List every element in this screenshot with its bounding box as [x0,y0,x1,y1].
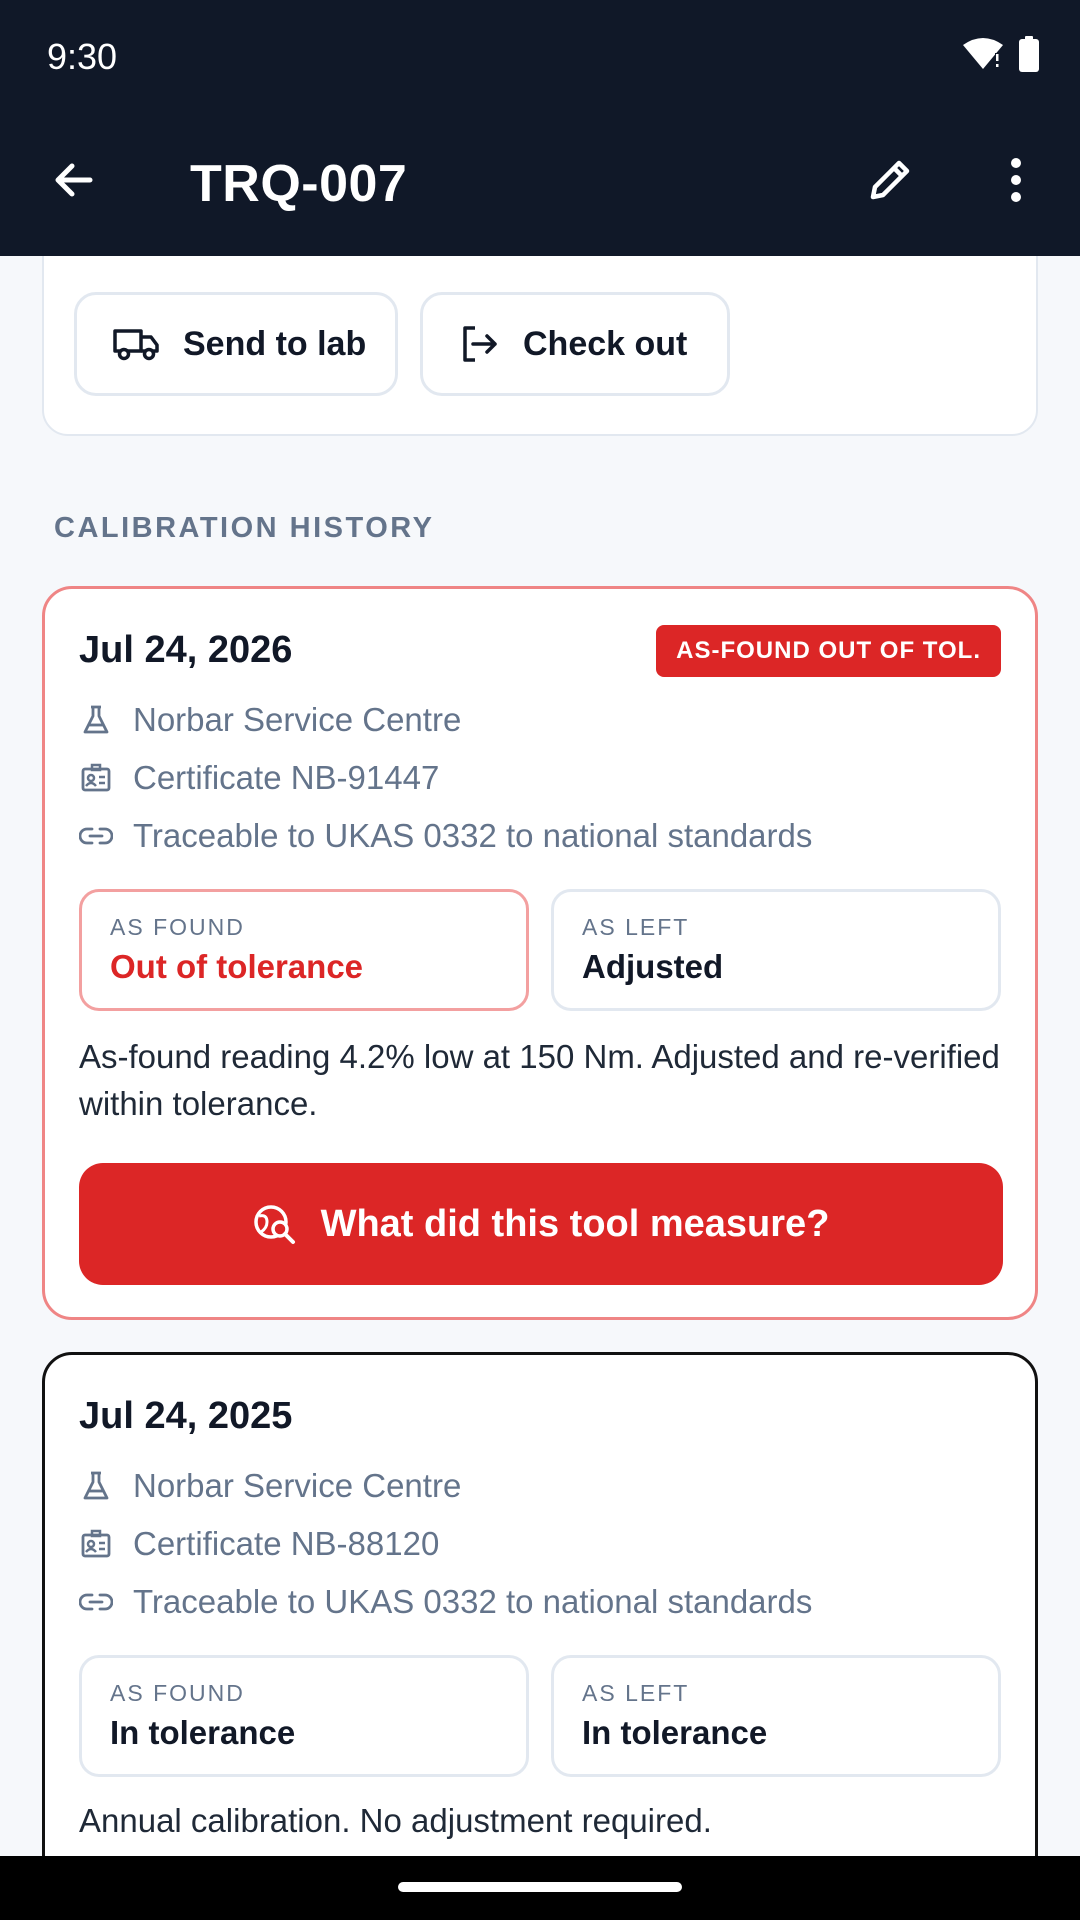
as-found-label: AS FOUND [110,914,245,940]
as-found-box: AS FOUND In tolerance [79,1655,529,1777]
flask-icon [79,703,113,737]
traceability-text: Traceable to UKAS 0332 to national stand… [133,1583,813,1620]
traceability-row: Traceable to UKAS 0332 to national stand… [79,1583,812,1621]
more-vert-icon [1006,157,1026,208]
section-title: CALIBRATION HISTORY [54,512,435,544]
id-card-icon [79,761,113,795]
traceability-text: Traceable to UKAS 0332 to national stand… [133,817,813,854]
as-left-value: Adjusted [582,948,724,985]
search-globe-icon [253,1202,297,1246]
calibration-record: Jul 24, 2025 Norbar Service Centre Certi… [42,1352,1038,1920]
lab-row: Norbar Service Centre [79,701,461,739]
certificate-row: Certificate NB-91447 [79,759,439,797]
lab-name: Norbar Service Centre [133,701,462,738]
what-did-tool-measure-label: What did this tool measure? [320,1202,830,1245]
as-left-label: AS LEFT [582,914,690,940]
certificate-number: Certificate NB-88120 [133,1525,440,1562]
app-bar: TRQ-007 [0,110,1080,256]
page-title: TRQ-007 [190,155,408,213]
flask-icon [79,1469,113,1503]
lab-row: Norbar Service Centre [79,1467,461,1505]
logout-icon [459,324,499,364]
record-note: Annual calibration. No adjustment requir… [79,1802,712,1839]
check-out-label: Check out [523,324,688,363]
status-icons [962,36,1040,77]
as-found-box: AS FOUND Out of tolerance [79,889,529,1011]
as-left-value: In tolerance [582,1714,768,1751]
send-to-lab-button[interactable]: Send to lab [74,292,398,396]
pencil-icon [865,155,915,210]
as-left-box: AS LEFT Adjusted [551,889,1001,1011]
as-found-value: Out of tolerance [110,948,364,985]
status-bar: 9:30 [0,0,1080,110]
check-out-button[interactable]: Check out [420,292,730,396]
record-note: As-found reading 4.2% low at 150 Nm. Adj… [79,1038,1000,1122]
certificate-row: Certificate NB-88120 [79,1525,439,1563]
arrow-left-icon [50,156,98,209]
as-left-label: AS LEFT [582,1680,690,1706]
more-options-button[interactable] [986,152,1046,212]
link-icon [79,819,113,853]
record-date: Jul 24, 2026 [79,629,293,671]
id-card-icon [79,1527,113,1561]
as-left-box: AS LEFT In tolerance [551,1655,1001,1777]
back-button[interactable] [44,152,104,212]
as-found-label: AS FOUND [110,1680,245,1706]
lab-name: Norbar Service Centre [133,1467,462,1504]
edit-button[interactable] [860,152,920,212]
status-badge: AS-FOUND OUT OF TOL. [656,625,1001,677]
home-handle[interactable] [398,1882,682,1892]
battery-icon [1018,36,1040,77]
send-to-lab-label: Send to lab [183,324,367,363]
wifi-icon [962,37,1004,76]
system-nav-bar [0,1856,1080,1920]
what-did-tool-measure-button[interactable]: What did this tool measure? [79,1163,1003,1285]
as-found-value: In tolerance [110,1714,296,1751]
truck-icon [113,327,159,361]
certificate-number: Certificate NB-91447 [133,759,440,796]
status-time: 9:30 [47,36,118,77]
traceability-row: Traceable to UKAS 0332 to national stand… [79,817,812,855]
calibration-record: Jul 24, 2026 AS-FOUND OUT OF TOL. Norbar… [42,586,1038,1320]
link-icon [79,1585,113,1619]
record-date: Jul 24, 2025 [79,1395,293,1437]
